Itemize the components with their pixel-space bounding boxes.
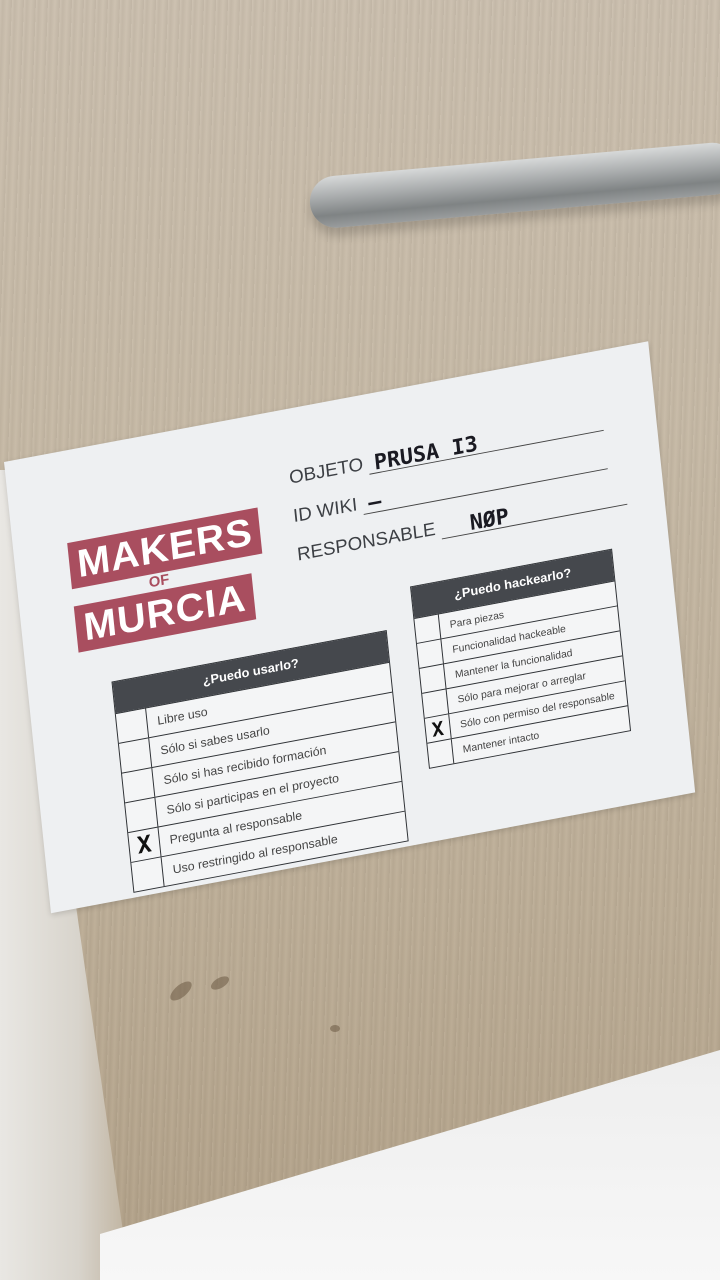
checkbox [422,689,450,718]
table-puedo-hackearlo: ¿Puedo hackearlo? Para piezas Funcionali… [410,548,632,769]
checklist-label: Libre uso [156,704,209,728]
checkbox [419,664,447,693]
checkbox [131,857,165,892]
field-label: ID WIKI [292,494,359,527]
field-value-handwritten: NØP [468,504,510,536]
field-value-handwritten: — [367,489,383,516]
checkbox-marked: X [128,827,162,862]
checkbox [118,738,153,773]
checkbox [122,767,156,803]
field-label: RESPONSABLE [296,519,437,566]
checkbox [125,797,159,833]
checkbox [416,639,444,668]
field-value-handwritten: PRUSA I3 [373,432,479,476]
checkbox [414,614,442,643]
makers-of-murcia-logo: MAKERS OF MURCIA [67,506,278,653]
smudge-mark [330,1025,340,1032]
checkbox [115,708,150,743]
table-puedo-usarlo: ¿Puedo usarlo? Libre uso Sólo si sabes u… [111,630,409,893]
checkbox-marked: X [424,714,452,743]
checkbox [427,739,455,768]
field-label: OBJETO [288,454,365,489]
